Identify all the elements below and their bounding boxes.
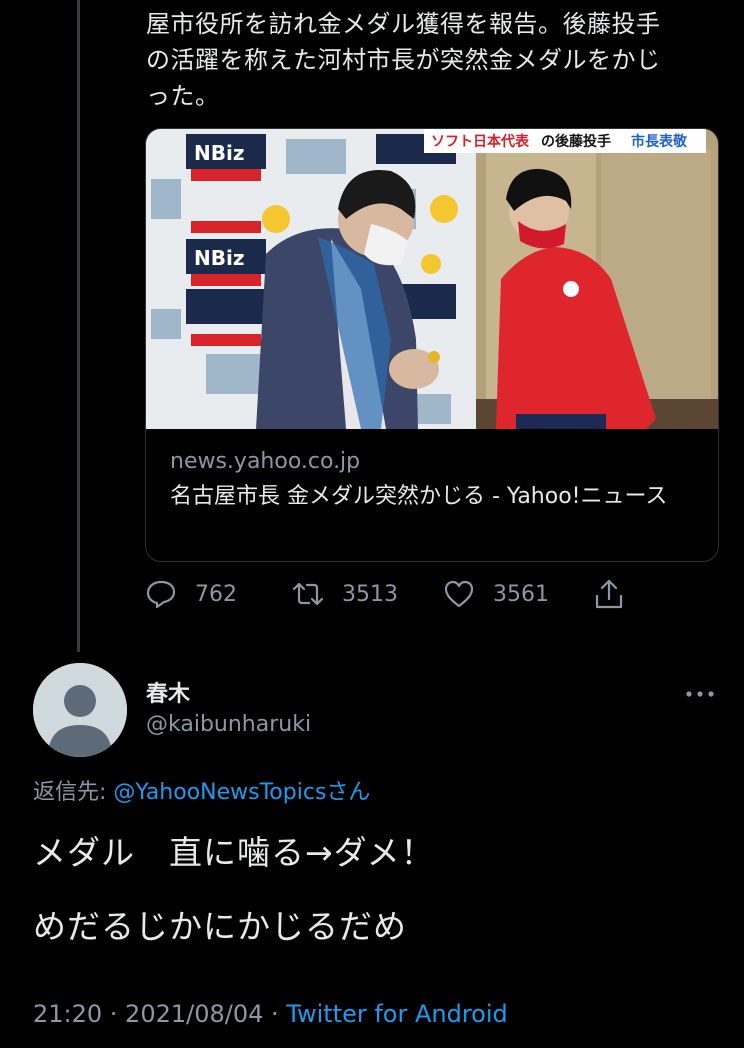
retweet-icon — [292, 582, 324, 606]
card-image[interactable]: ソフト日本代表 の後藤投手 市長表敬 NBiz NBiz — [146, 129, 718, 429]
display-name[interactable]: 春木 — [146, 676, 190, 708]
source-link[interactable]: Twitter for Android — [286, 1000, 507, 1028]
backdrop-logo-text: NBiz — [194, 246, 244, 270]
share-button[interactable] — [593, 578, 643, 610]
parent-tweet-line: 屋市役所を訪れ金メダル獲得を報告。後藤投手 — [146, 10, 661, 38]
banner-text-part2: の後藤投手 — [541, 133, 611, 150]
more-options-button[interactable] — [684, 684, 716, 704]
reply-tweet-text-line1: メダル 直に噛る→ダメ！ — [33, 833, 435, 872]
banner-text-part3: 市長表敬 — [631, 133, 688, 150]
avatar[interactable] — [33, 663, 127, 757]
reply-to-prefix: 返信先: — [33, 780, 114, 805]
user-handle[interactable]: @kaibunharuki — [146, 712, 311, 737]
retweet-button[interactable]: 3513 — [292, 578, 398, 610]
link-preview-card[interactable]: ソフト日本代表 の後藤投手 市長表敬 NBiz NBiz news.yahoo.… — [145, 128, 719, 562]
banner-text-part1: ソフト日本代表 — [431, 133, 530, 150]
reply-button[interactable]: 762 — [145, 578, 237, 610]
tweet-action-bar: 762 3513 3561 — [145, 578, 665, 614]
like-count: 3561 — [493, 581, 549, 607]
reply-icon — [146, 580, 176, 609]
retweet-count: 3513 — [342, 581, 398, 607]
reply-to-line: 返信先: @YahooNewsTopicsさん — [33, 774, 370, 806]
reply-to-mention-link[interactable]: @YahooNewsTopics — [113, 780, 326, 805]
like-button[interactable]: 3561 — [443, 578, 549, 610]
news-photo-illustration: ソフト日本代表 の後藤投手 市長表敬 NBiz NBiz — [146, 129, 718, 429]
reply-tweet-text-line2: めだるじかにかじるだめ — [33, 907, 407, 946]
timestamp: 21:20 · 2021/08/04 · — [33, 1000, 287, 1028]
share-icon — [595, 579, 623, 609]
card-domain: news.yahoo.co.jp — [170, 449, 361, 474]
reply-to-suffix: さん — [326, 780, 371, 805]
parent-tweet-line: の活躍を称えた河村市長が突然金メダルをかじ — [146, 46, 661, 74]
more-dots-icon — [686, 691, 714, 697]
tweet-metadata: 21:20 · 2021/08/04 · Twitter for Android — [33, 1000, 508, 1028]
default-avatar-icon — [33, 663, 127, 757]
reply-count: 762 — [195, 581, 237, 607]
card-title: 名古屋市長 金メダル突然かじる - Yahoo!ニュース — [170, 484, 668, 509]
backdrop-logo-text: NBiz — [194, 141, 244, 165]
thread-connector-line — [77, 0, 80, 652]
heart-icon — [444, 580, 474, 608]
parent-tweet-line: った。 — [146, 82, 220, 110]
parent-tweet-text: 屋市役所を訪れ金メダル獲得を報告。後藤投手 の活躍を称えた河村市長が突然金メダル… — [146, 6, 706, 114]
